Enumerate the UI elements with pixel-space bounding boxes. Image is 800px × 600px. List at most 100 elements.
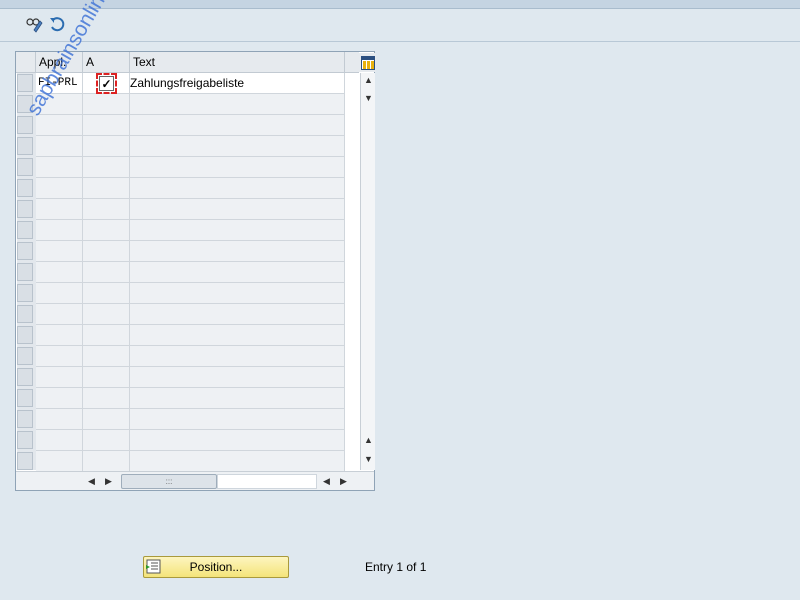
row-selector[interactable] [17, 200, 33, 218]
a-cell[interactable] [83, 430, 130, 451]
a-cell[interactable] [83, 283, 130, 304]
a-cell[interactable] [83, 451, 130, 472]
appl-cell[interactable] [36, 199, 83, 220]
a-checkbox[interactable]: ✓ [96, 73, 117, 94]
a-cell[interactable] [83, 388, 130, 409]
text-cell[interactable] [130, 94, 345, 115]
text-cell[interactable] [130, 346, 345, 367]
row-selector[interactable] [17, 410, 33, 428]
appl-cell[interactable] [36, 430, 83, 451]
row-selector[interactable] [17, 389, 33, 407]
row-selector[interactable] [17, 284, 33, 302]
appl-cell[interactable] [36, 136, 83, 157]
scroll-down-icon[interactable]: ▼ [361, 91, 376, 106]
scroll-track[interactable] [217, 474, 317, 489]
row-selector[interactable] [17, 179, 33, 197]
select-all-header[interactable] [16, 52, 36, 73]
text-cell[interactable] [130, 241, 345, 262]
appl-cell[interactable] [36, 367, 83, 388]
column-header-text[interactable]: Text [130, 52, 345, 73]
appl-cell[interactable] [36, 262, 83, 283]
a-cell[interactable] [83, 94, 130, 115]
text-cell[interactable]: Zahlungsfreigabeliste [130, 73, 345, 94]
appl-cell[interactable] [36, 283, 83, 304]
column-header-a[interactable]: A [83, 52, 130, 73]
appl-cell[interactable] [36, 304, 83, 325]
page-up-icon[interactable]: ▲ [361, 433, 376, 448]
row-selector[interactable] [17, 305, 33, 323]
row-selector[interactable] [17, 452, 33, 470]
appl-cell[interactable] [36, 94, 83, 115]
vertical-scrollbar[interactable]: ▲ ▼ ▲ ▼ [360, 73, 375, 470]
row-selector[interactable] [17, 137, 33, 155]
appl-cell[interactable] [36, 451, 83, 472]
column-header-appl[interactable]: Appl. [36, 52, 83, 73]
table-row [16, 367, 346, 388]
text-cell[interactable] [130, 199, 345, 220]
appl-cell[interactable] [36, 346, 83, 367]
appl-cell[interactable] [36, 325, 83, 346]
text-cell[interactable] [130, 178, 345, 199]
a-cell[interactable] [83, 367, 130, 388]
row-selector[interactable] [17, 116, 33, 134]
horizontal-scrollbar[interactable]: ◀ ▶ ::: ◀ ▶ [16, 471, 374, 490]
text-cell[interactable] [130, 115, 345, 136]
text-cell[interactable] [130, 220, 345, 241]
undo-button[interactable] [47, 14, 67, 34]
row-selector[interactable] [17, 74, 33, 92]
appl-cell[interactable] [36, 178, 83, 199]
appl-cell[interactable] [36, 157, 83, 178]
row-selector[interactable] [17, 431, 33, 449]
text-cell[interactable] [130, 409, 345, 430]
position-button[interactable]: Position... [143, 556, 289, 578]
row-selector[interactable] [17, 368, 33, 386]
a-cell[interactable] [83, 262, 130, 283]
scroll-left-icon[interactable]: ◀ [84, 474, 99, 489]
appl-cell[interactable] [36, 409, 83, 430]
row-selector[interactable] [17, 158, 33, 176]
scroll-thumb[interactable]: ::: [121, 474, 217, 489]
appl-cell[interactable] [36, 220, 83, 241]
appl-cell[interactable] [36, 388, 83, 409]
row-selector[interactable] [17, 221, 33, 239]
text-cell[interactable] [130, 283, 345, 304]
page-down-icon[interactable]: ▼ [361, 452, 376, 467]
a-cell[interactable]: ✓ [83, 73, 130, 94]
appl-cell[interactable] [36, 241, 83, 262]
text-cell[interactable] [130, 430, 345, 451]
text-cell[interactable] [130, 325, 345, 346]
text-cell[interactable] [130, 157, 345, 178]
appl-cell[interactable]: FI-PRL [36, 73, 83, 94]
a-cell[interactable] [83, 136, 130, 157]
a-cell[interactable] [83, 220, 130, 241]
a-cell[interactable] [83, 346, 130, 367]
row-selector[interactable] [17, 347, 33, 365]
a-cell[interactable] [83, 409, 130, 430]
appl-cell[interactable] [36, 115, 83, 136]
table-header: Appl. A Text [16, 52, 359, 73]
a-cell[interactable] [83, 157, 130, 178]
row-selector[interactable] [17, 95, 33, 113]
text-cell[interactable] [130, 388, 345, 409]
scroll-right-icon[interactable]: ▶ [101, 474, 116, 489]
text-cell[interactable] [130, 451, 345, 472]
a-cell[interactable] [83, 199, 130, 220]
application-toolbar [0, 9, 800, 42]
text-cell[interactable] [130, 304, 345, 325]
row-selector[interactable] [17, 242, 33, 260]
scroll-left-end-icon[interactable]: ◀ [319, 474, 334, 489]
text-cell[interactable] [130, 136, 345, 157]
a-cell[interactable] [83, 241, 130, 262]
a-cell[interactable] [83, 304, 130, 325]
row-selector[interactable] [17, 263, 33, 281]
row-selector[interactable] [17, 326, 33, 344]
scroll-up-icon[interactable]: ▲ [361, 73, 376, 88]
a-cell[interactable] [83, 115, 130, 136]
display-change-button[interactable] [24, 14, 44, 34]
a-cell[interactable] [83, 325, 130, 346]
scroll-right-end-icon[interactable]: ▶ [336, 474, 351, 489]
column-configuration-button[interactable] [359, 53, 376, 72]
text-cell[interactable] [130, 367, 345, 388]
text-cell[interactable] [130, 262, 345, 283]
a-cell[interactable] [83, 178, 130, 199]
